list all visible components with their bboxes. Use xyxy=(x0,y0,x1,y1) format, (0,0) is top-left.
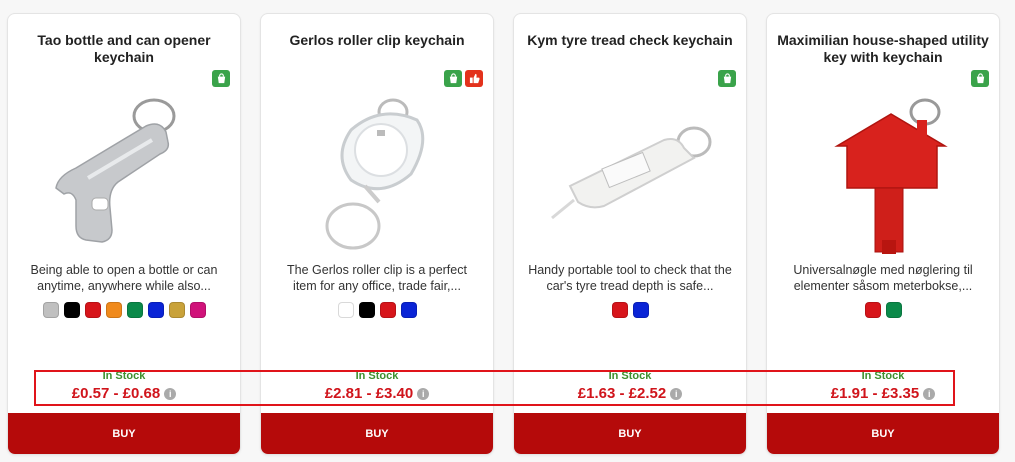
price-text: £1.91 - £3.35 xyxy=(830,385,920,402)
product-card[interactable]: Tao bottle and can opener keychain Being… xyxy=(7,13,241,455)
color-swatch[interactable] xyxy=(147,302,164,318)
info-icon[interactable]: i xyxy=(417,387,430,400)
product-description: Universalnøgle med nøglering til element… xyxy=(793,263,973,293)
product-card[interactable]: Maximilian house-shaped utility key with… xyxy=(766,13,1000,455)
color-swatches xyxy=(514,302,746,318)
product-badges xyxy=(444,70,483,87)
color-swatches xyxy=(261,302,493,318)
eco-bag-icon xyxy=(971,70,989,87)
product-title[interactable]: Tao bottle and can opener keychain xyxy=(18,32,230,66)
buy-button[interactable]: BUY xyxy=(767,413,999,454)
price-text: £1.63 - £2.52 xyxy=(577,385,667,402)
color-swatch[interactable] xyxy=(168,302,185,318)
color-swatch[interactable] xyxy=(611,302,628,318)
product-description: Handy portable tool to check that the ca… xyxy=(528,263,732,293)
product-title[interactable]: Kym tyre tread check keychain xyxy=(524,32,736,49)
color-swatch[interactable] xyxy=(632,302,649,318)
color-swatch[interactable] xyxy=(189,302,206,318)
color-swatch[interactable] xyxy=(337,302,354,318)
color-swatches xyxy=(767,302,999,318)
color-swatch[interactable] xyxy=(864,302,881,318)
info-icon[interactable]: i xyxy=(670,387,683,400)
buy-button[interactable]: BUY xyxy=(514,413,746,454)
color-swatch[interactable] xyxy=(126,302,143,318)
info-icon[interactable]: i xyxy=(164,387,177,400)
product-title[interactable]: Maximilian house-shaped utility key with… xyxy=(777,32,989,66)
product-image-house-key[interactable] xyxy=(787,90,981,262)
product-image-bottle-opener[interactable] xyxy=(28,90,222,262)
color-swatch[interactable] xyxy=(400,302,417,318)
eco-bag-icon xyxy=(444,70,462,87)
price-range: £1.63 - £2.52 i xyxy=(514,385,746,402)
product-card[interactable]: Kym tyre tread check keychain Handy port… xyxy=(513,13,747,455)
buy-button[interactable]: BUY xyxy=(8,413,240,454)
product-image-tyre-tread-checker[interactable] xyxy=(534,90,728,262)
color-swatch[interactable] xyxy=(84,302,101,318)
buy-button[interactable]: BUY xyxy=(261,413,493,454)
color-swatch[interactable] xyxy=(105,302,122,318)
product-description: The Gerlos roller clip is a perfect item… xyxy=(287,263,467,293)
color-swatch[interactable] xyxy=(885,302,902,318)
stock-status: In Stock xyxy=(102,370,146,382)
product-grid: Tao bottle and can opener keychain Being… xyxy=(0,0,1015,462)
color-swatch[interactable] xyxy=(379,302,396,318)
price-range: £0.57 - £0.68 i xyxy=(8,385,240,402)
product-image-roller-clip[interactable] xyxy=(281,90,475,262)
product-title[interactable]: Gerlos roller clip keychain xyxy=(271,32,483,49)
price-text: £2.81 - £3.40 xyxy=(324,385,414,402)
product-badges xyxy=(718,70,736,87)
thumbs-up-icon xyxy=(465,70,483,87)
stock-status: In Stock xyxy=(355,370,399,382)
info-icon[interactable]: i xyxy=(923,387,936,400)
stock-status: In Stock xyxy=(861,370,905,382)
product-badges xyxy=(212,70,230,87)
stock-status: In Stock xyxy=(608,370,652,382)
price-range: £2.81 - £3.40 i xyxy=(261,385,493,402)
eco-bag-icon xyxy=(718,70,736,87)
product-description: Being able to open a bottle or can anyti… xyxy=(30,263,218,293)
color-swatches xyxy=(8,302,240,318)
price-text: £0.57 - £0.68 xyxy=(71,385,161,402)
product-card[interactable]: Gerlos roller clip keychain The Gerlos r… xyxy=(260,13,494,455)
eco-bag-icon xyxy=(212,70,230,87)
color-swatch[interactable] xyxy=(63,302,80,318)
color-swatch[interactable] xyxy=(42,302,59,318)
price-range: £1.91 - £3.35 i xyxy=(767,385,999,402)
product-badges xyxy=(971,70,989,87)
color-swatch[interactable] xyxy=(358,302,375,318)
